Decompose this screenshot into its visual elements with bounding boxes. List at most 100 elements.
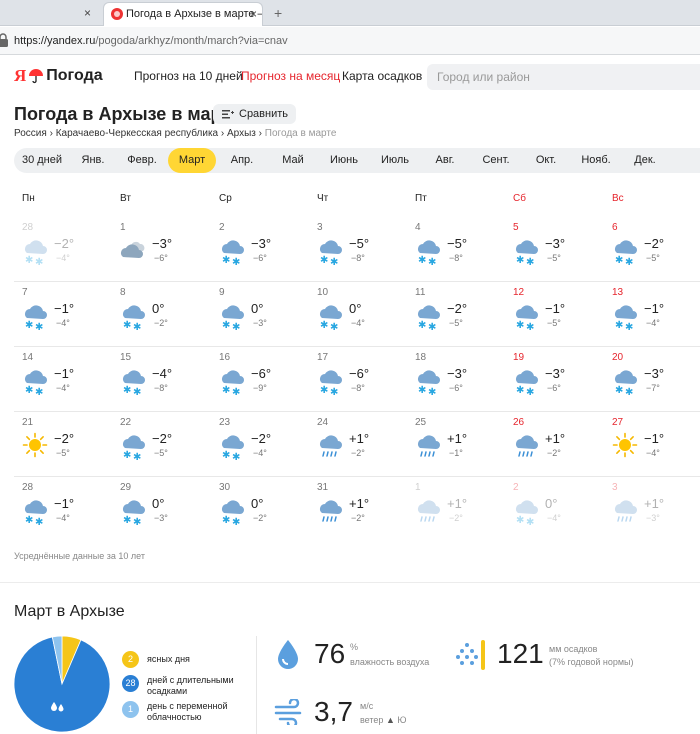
calendar-day[interactable]: 6 ✱ ✱ −2° −5° [604, 222, 700, 288]
snow-icon: ✱ ✱ [21, 496, 49, 528]
browser-tab-label: Погода в Архызе в марте — Янд [126, 8, 262, 20]
calendar-day[interactable]: 22 ✱ ✱ −2° −5° [112, 417, 210, 483]
day-number: 7 [22, 287, 28, 298]
calendar-day[interactable]: 25 +1° −1° [407, 417, 505, 483]
legend-label: ясных дня [147, 654, 190, 664]
breadcrumb-item[interactable]: Архыз [227, 128, 256, 139]
calendar-day[interactable]: 20 ✱ ✱ −3° −7° [604, 352, 700, 418]
temp-max: −1° [54, 496, 75, 511]
month-tab[interactable]: Авг. [420, 148, 470, 173]
new-tab-button[interactable]: + [274, 2, 282, 24]
search-input[interactable]: Город или район [427, 64, 700, 90]
temp-max: −5° [447, 236, 468, 251]
calendar-day[interactable]: 17 ✱ ✱ −6° −8° [309, 352, 407, 418]
calendar-day[interactable]: 4 ✱ ✱ −5° −8° [407, 222, 505, 288]
calendar-day[interactable]: 28 ✱ ✱ −1° −4° [14, 482, 112, 548]
calendar-day[interactable]: 8 ✱ ✱ 0° −2° [112, 287, 210, 353]
calendar-day[interactable]: 28 ✱ ✱ −2° −4° [14, 222, 112, 288]
breadcrumb-separator: › [46, 128, 56, 139]
svg-text:✱: ✱ [123, 385, 131, 396]
temp-min: −2° [449, 513, 463, 523]
calendar-day[interactable]: 11 ✱ ✱ −2° −5° [407, 287, 505, 353]
address-bar[interactable]: https://yandex.ru/pogoda/arkhyz/month/ma… [0, 27, 700, 55]
snow-icon: ✱ ✱ [218, 496, 246, 528]
nav-precipitation-map[interactable]: Карта осадков [342, 69, 422, 83]
calendar-day[interactable]: 26 +1° −2° [505, 417, 603, 483]
month-tab[interactable]: Май [268, 148, 318, 173]
compare-button[interactable]: Сравнить [213, 104, 297, 124]
nav-forecast-10-days[interactable]: Прогноз на 10 дней [134, 69, 243, 83]
calendar-day[interactable]: 30 ✱ ✱ 0° −2° [211, 482, 309, 548]
day-number: 5 [513, 222, 519, 233]
calendar-day[interactable]: 1 −3° −6° [112, 222, 210, 288]
breadcrumb-item[interactable]: Россия [14, 128, 47, 139]
svg-text:✱: ✱ [35, 257, 43, 266]
temp-max: +1° [447, 496, 468, 511]
svg-text:✱: ✱ [133, 452, 141, 461]
svg-text:✱: ✱ [615, 255, 623, 266]
calendar-day[interactable]: 5 ✱ ✱ −3° −5° [505, 222, 603, 288]
calendar-day[interactable]: 3 ✱ ✱ −5° −8° [309, 222, 407, 288]
month-tab[interactable]: Апр. [216, 148, 268, 173]
calendar-day[interactable]: 13 ✱ ✱ −1° −4° [604, 287, 700, 353]
calendar-day[interactable]: 2 ✱ ✱ 0° −4° [505, 482, 603, 548]
calendar-day[interactable]: 21 −2° −5° [14, 417, 112, 483]
temp-max: −3° [152, 236, 173, 251]
month-tab[interactable]: Март [168, 148, 216, 173]
month-tab[interactable]: Июль [370, 148, 420, 173]
svg-text:✱: ✱ [516, 385, 524, 396]
rain-icon [414, 431, 442, 461]
temp-min: −4° [351, 318, 365, 328]
temp-min: −8° [154, 383, 168, 393]
svg-text:✱: ✱ [232, 517, 240, 526]
wind-direction-arrow-icon: ▲ [385, 715, 395, 725]
nav-forecast-month[interactable]: Прогноз на месяц [241, 69, 340, 83]
calendar-day[interactable]: 16 ✱ ✱ −6° −9° [211, 352, 309, 418]
month-tab[interactable]: Нояб. [570, 148, 622, 173]
temp-min: −8° [351, 383, 365, 393]
month-tab[interactable]: Окт. [522, 148, 570, 173]
temp-min: −8° [449, 253, 463, 263]
calendar-day[interactable]: 2 ✱ ✱ −3° −6° [211, 222, 309, 288]
average-note: Усреднённые данные за 10 лет [14, 551, 145, 561]
snow-icon: ✱ ✱ [512, 496, 540, 528]
month-tab[interactable]: 30 дней [14, 148, 70, 173]
month-tab[interactable]: Сент. [470, 148, 522, 173]
browser-tab-active[interactable]: Погода в Архызе в марте — Янд × [103, 2, 263, 26]
calendar-day[interactable]: 12 ✱ ✱ −1° −5° [505, 287, 603, 353]
calendar-day[interactable]: 15 ✱ ✱ −4° −8° [112, 352, 210, 418]
svg-text:✱: ✱ [428, 257, 436, 266]
breadcrumb-item[interactable]: Карачаево-Черкесская республика [56, 128, 218, 139]
snow-icon: ✱ ✱ [414, 366, 442, 398]
calendar-day[interactable]: 10 ✱ ✱ 0° −4° [309, 287, 407, 353]
calendar-day[interactable]: 7 ✱ ✱ −1° −4° [14, 287, 112, 353]
calendar-day[interactable]: 24 +1° −2° [309, 417, 407, 483]
calendar-day[interactable]: 9 ✱ ✱ 0° −3° [211, 287, 309, 353]
calendar-day[interactable]: 23 ✱ ✱ −2° −4° [211, 417, 309, 483]
calendar-day[interactable]: 18 ✱ ✱ −3° −6° [407, 352, 505, 418]
svg-text:✱: ✱ [232, 387, 240, 396]
calendar-day[interactable]: 27 −1° −4° [604, 417, 700, 483]
close-icon[interactable]: × [250, 3, 257, 25]
divider [0, 582, 700, 583]
calendar-day[interactable]: 29 ✱ ✱ 0° −3° [112, 482, 210, 548]
month-tab[interactable]: Янв. [70, 148, 116, 173]
temp-min: −5° [154, 448, 168, 458]
calendar-day[interactable]: 31 +1° −2° [309, 482, 407, 548]
month-tab[interactable]: Февр. [116, 148, 168, 173]
calendar-day[interactable]: 1 +1° −2° [407, 482, 505, 548]
logo[interactable]: Я Погода [14, 66, 103, 86]
calendar-day[interactable]: 19 ✱ ✱ −3° −6° [505, 352, 603, 418]
browser-tab-inactive[interactable]: × [0, 2, 100, 26]
day-number: 28 [22, 222, 34, 233]
month-tab[interactable]: Дек. [622, 148, 668, 173]
calendar-day[interactable]: 3 +1° −3° [604, 482, 700, 548]
calendar-day[interactable]: 14 ✱ ✱ −1° −4° [14, 352, 112, 418]
days-pie-chart [14, 636, 110, 732]
humidity-unit: % [350, 642, 359, 652]
temp-min: −5° [56, 448, 70, 458]
close-icon[interactable]: × [84, 2, 91, 24]
month-tab[interactable]: Июнь [318, 148, 370, 173]
day-number: 20 [612, 352, 624, 363]
snow-icon: ✱ ✱ [218, 236, 246, 268]
